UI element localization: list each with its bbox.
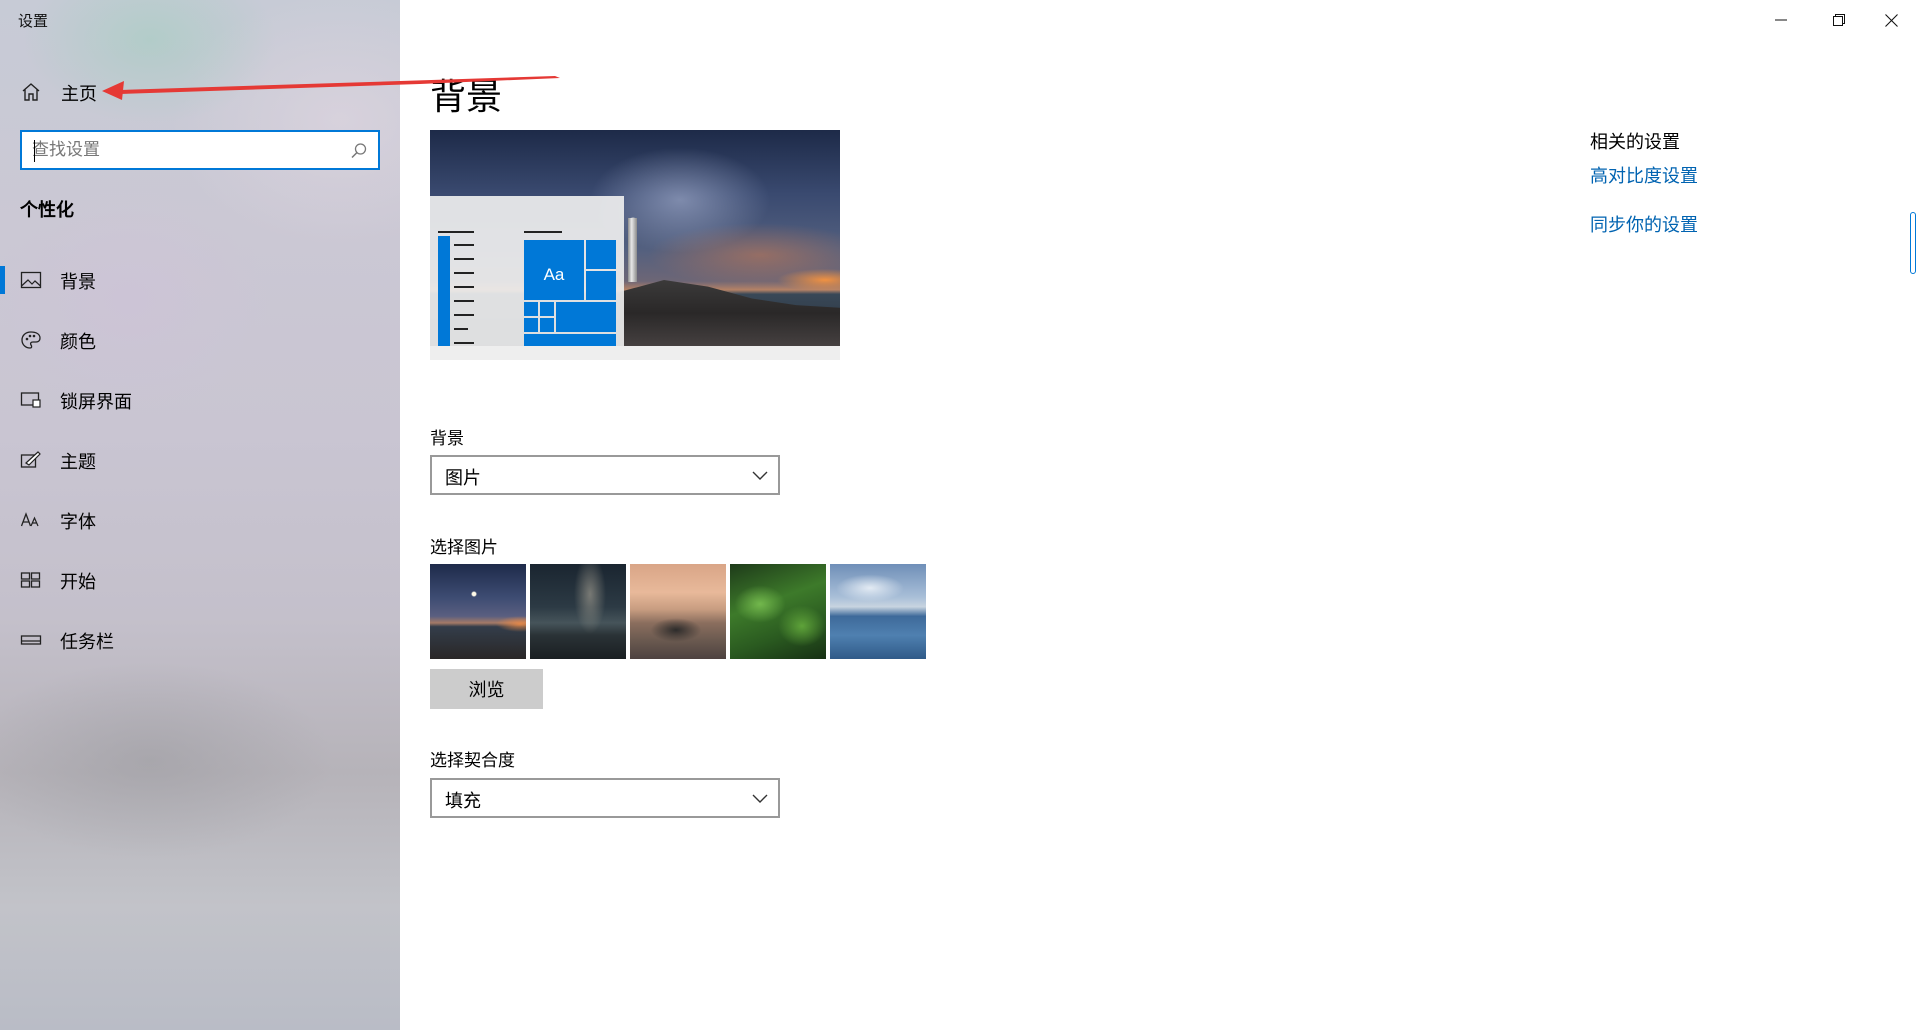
- font-icon: [20, 512, 39, 527]
- app-line: [438, 231, 474, 233]
- high-contrast-link[interactable]: 高对比度设置: [1590, 162, 1698, 188]
- page-title: 背景: [430, 77, 503, 118]
- chevron-down-icon: [752, 794, 768, 803]
- dropdown-value: 图片: [445, 468, 481, 489]
- related-settings-heading: 相关的设置: [1590, 132, 1680, 153]
- preview-tile: [586, 271, 616, 300]
- thumbnail-milky-way[interactable]: [530, 564, 626, 659]
- app-line: [454, 244, 474, 246]
- thumbnail-lighthouse[interactable]: [430, 564, 526, 659]
- sidebar-item-label: 任务栏: [60, 632, 114, 653]
- sidebar-item-fonts[interactable]: 字体: [0, 498, 400, 542]
- start-icon: [20, 572, 41, 588]
- search-input[interactable]: [32, 138, 332, 162]
- sidebar-item-start[interactable]: 开始: [0, 558, 400, 602]
- preview-tile: [524, 318, 538, 332]
- thumbnail-leaves[interactable]: [730, 564, 826, 659]
- brush-icon: [20, 451, 41, 468]
- lighthouse-shape: [628, 218, 637, 282]
- minimize-icon: [1775, 19, 1787, 21]
- background-type-dropdown[interactable]: 图片: [430, 455, 780, 495]
- close-button[interactable]: [1862, 0, 1920, 40]
- restore-icon: [1833, 14, 1845, 26]
- dropdown-value: 填充: [445, 791, 481, 812]
- preview-tile: [540, 302, 554, 316]
- start-menu-preview: Aa: [430, 196, 624, 346]
- sidebar-item-label: 开始: [60, 572, 96, 593]
- app-line: [454, 314, 474, 316]
- sidebar-item-taskbar[interactable]: 任务栏: [0, 618, 400, 662]
- palette-icon: [21, 331, 41, 349]
- preview-tile: [524, 334, 616, 346]
- app-line: [454, 258, 474, 260]
- picture-icon: [20, 271, 42, 289]
- preview-tile: [540, 318, 554, 332]
- search-icon[interactable]: [350, 142, 368, 160]
- app-line: [454, 272, 474, 274]
- taskbar-icon: [20, 635, 42, 645]
- app-line: [454, 300, 474, 302]
- sidebar-item-themes[interactable]: 主题: [0, 438, 400, 482]
- tile-header-line: [524, 231, 562, 233]
- sidebar: 设置 主页 个性化 背景 颜色 锁屏界面: [0, 0, 400, 1030]
- fit-label: 选择契合度: [430, 751, 515, 771]
- preview-tile: [524, 302, 538, 316]
- fit-dropdown[interactable]: 填充: [430, 778, 780, 818]
- window-title: 设置: [18, 12, 49, 30]
- choose-picture-label: 选择图片: [430, 538, 498, 558]
- sidebar-item-label: 背景: [60, 272, 96, 293]
- main-content: 背景 Aa 背景 图片 选择图片 浏览 选择契合度 填充 相关的设置 高对比度设…: [400, 0, 1920, 1030]
- sidebar-item-label: 锁屏界面: [60, 392, 132, 413]
- sidebar-item-label: 字体: [60, 512, 96, 533]
- chevron-down-icon: [752, 471, 768, 480]
- restore-button[interactable]: [1810, 0, 1868, 40]
- preview-tile-text: Aa: [543, 265, 565, 284]
- preview-tile: [556, 302, 616, 332]
- app-line: [454, 328, 468, 330]
- lock-screen-icon: [20, 392, 41, 408]
- sidebar-item-lock-screen[interactable]: 锁屏界面: [0, 378, 400, 422]
- search-box[interactable]: [20, 130, 380, 170]
- sidebar-item-background[interactable]: 背景: [0, 258, 400, 302]
- background-preview: Aa: [430, 130, 840, 360]
- sidebar-item-label: 主题: [60, 452, 96, 473]
- sidebar-item-label: 颜色: [60, 332, 96, 353]
- home-label: 主页: [61, 84, 97, 105]
- text-caret: [34, 140, 35, 162]
- thumbnail-sports-car[interactable]: [630, 564, 726, 659]
- sidebar-item-colors[interactable]: 颜色: [0, 318, 400, 362]
- selected-indicator: [0, 266, 5, 294]
- browse-button[interactable]: 浏览: [430, 669, 543, 709]
- app-list-strip: [438, 236, 450, 346]
- preview-tile: [586, 240, 616, 269]
- thumbnail-lake[interactable]: [830, 564, 926, 659]
- section-heading: 个性化: [20, 200, 74, 221]
- close-icon: [1884, 13, 1898, 27]
- scrollbar[interactable]: [1910, 212, 1916, 274]
- home-icon: [22, 83, 40, 101]
- minimize-button[interactable]: [1752, 0, 1810, 40]
- sync-settings-link[interactable]: 同步你的设置: [1590, 211, 1698, 237]
- app-line: [454, 286, 474, 288]
- home-nav-item[interactable]: 主页: [0, 72, 400, 112]
- background-type-label: 背景: [430, 429, 464, 449]
- app-line: [454, 342, 474, 344]
